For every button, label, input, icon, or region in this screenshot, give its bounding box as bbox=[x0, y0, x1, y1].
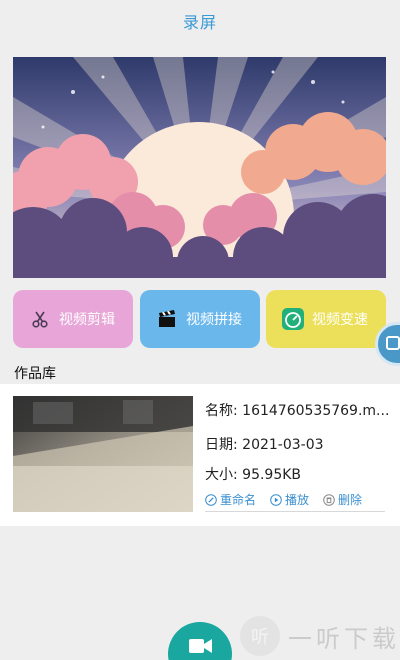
item-actions: 重命名 播放 删除 bbox=[205, 491, 362, 508]
video-speed-label: 视频变速 bbox=[312, 312, 368, 328]
page-title: 录屏 bbox=[182, 13, 217, 32]
video-edit-label: 视频剪辑 bbox=[59, 312, 115, 328]
watermark-badge: 听 bbox=[240, 616, 280, 656]
sunset-illustration bbox=[13, 57, 386, 278]
watermark: 听 一听下载 bbox=[240, 616, 400, 656]
play-button[interactable]: 播放 bbox=[270, 491, 309, 508]
play-icon bbox=[270, 493, 282, 506]
play-label: 播放 bbox=[285, 493, 310, 507]
video-date: 日期: 2021-03-03 bbox=[205, 437, 324, 453]
video-thumbnail[interactable] bbox=[13, 396, 193, 512]
video-edit-button[interactable]: 视频剪辑 bbox=[13, 290, 133, 348]
video-name: 名称: 1614760535769.m... bbox=[205, 403, 390, 419]
rename-label: 重命名 bbox=[220, 493, 257, 507]
divider bbox=[205, 511, 385, 512]
pencil-icon bbox=[205, 493, 217, 506]
trash-icon bbox=[323, 493, 335, 506]
record-button[interactable] bbox=[168, 622, 232, 660]
clapperboard-icon bbox=[156, 308, 178, 330]
list-item[interactable]: 名称: 1614760535769.m... 日期: 2021-03-03 大小… bbox=[0, 384, 400, 526]
delete-button[interactable]: 删除 bbox=[323, 491, 362, 508]
video-camera-icon bbox=[189, 636, 213, 660]
speedometer-icon bbox=[282, 308, 304, 330]
delete-label: 删除 bbox=[338, 493, 363, 507]
record-window-icon bbox=[386, 336, 400, 350]
video-join-label: 视频拼接 bbox=[186, 312, 242, 328]
banner-image[interactable] bbox=[13, 57, 386, 278]
library-title: 作品库 bbox=[14, 366, 56, 382]
video-size: 大小: 95.95KB bbox=[205, 467, 302, 483]
watermark-text: 一听下载 bbox=[288, 624, 400, 653]
video-join-button[interactable]: 视频拼接 bbox=[140, 290, 260, 348]
rename-button[interactable]: 重命名 bbox=[205, 491, 256, 508]
app-header: 录屏 bbox=[0, 0, 400, 42]
scissors-icon bbox=[29, 308, 51, 330]
video-speed-button[interactable]: 视频变速 bbox=[266, 290, 386, 348]
